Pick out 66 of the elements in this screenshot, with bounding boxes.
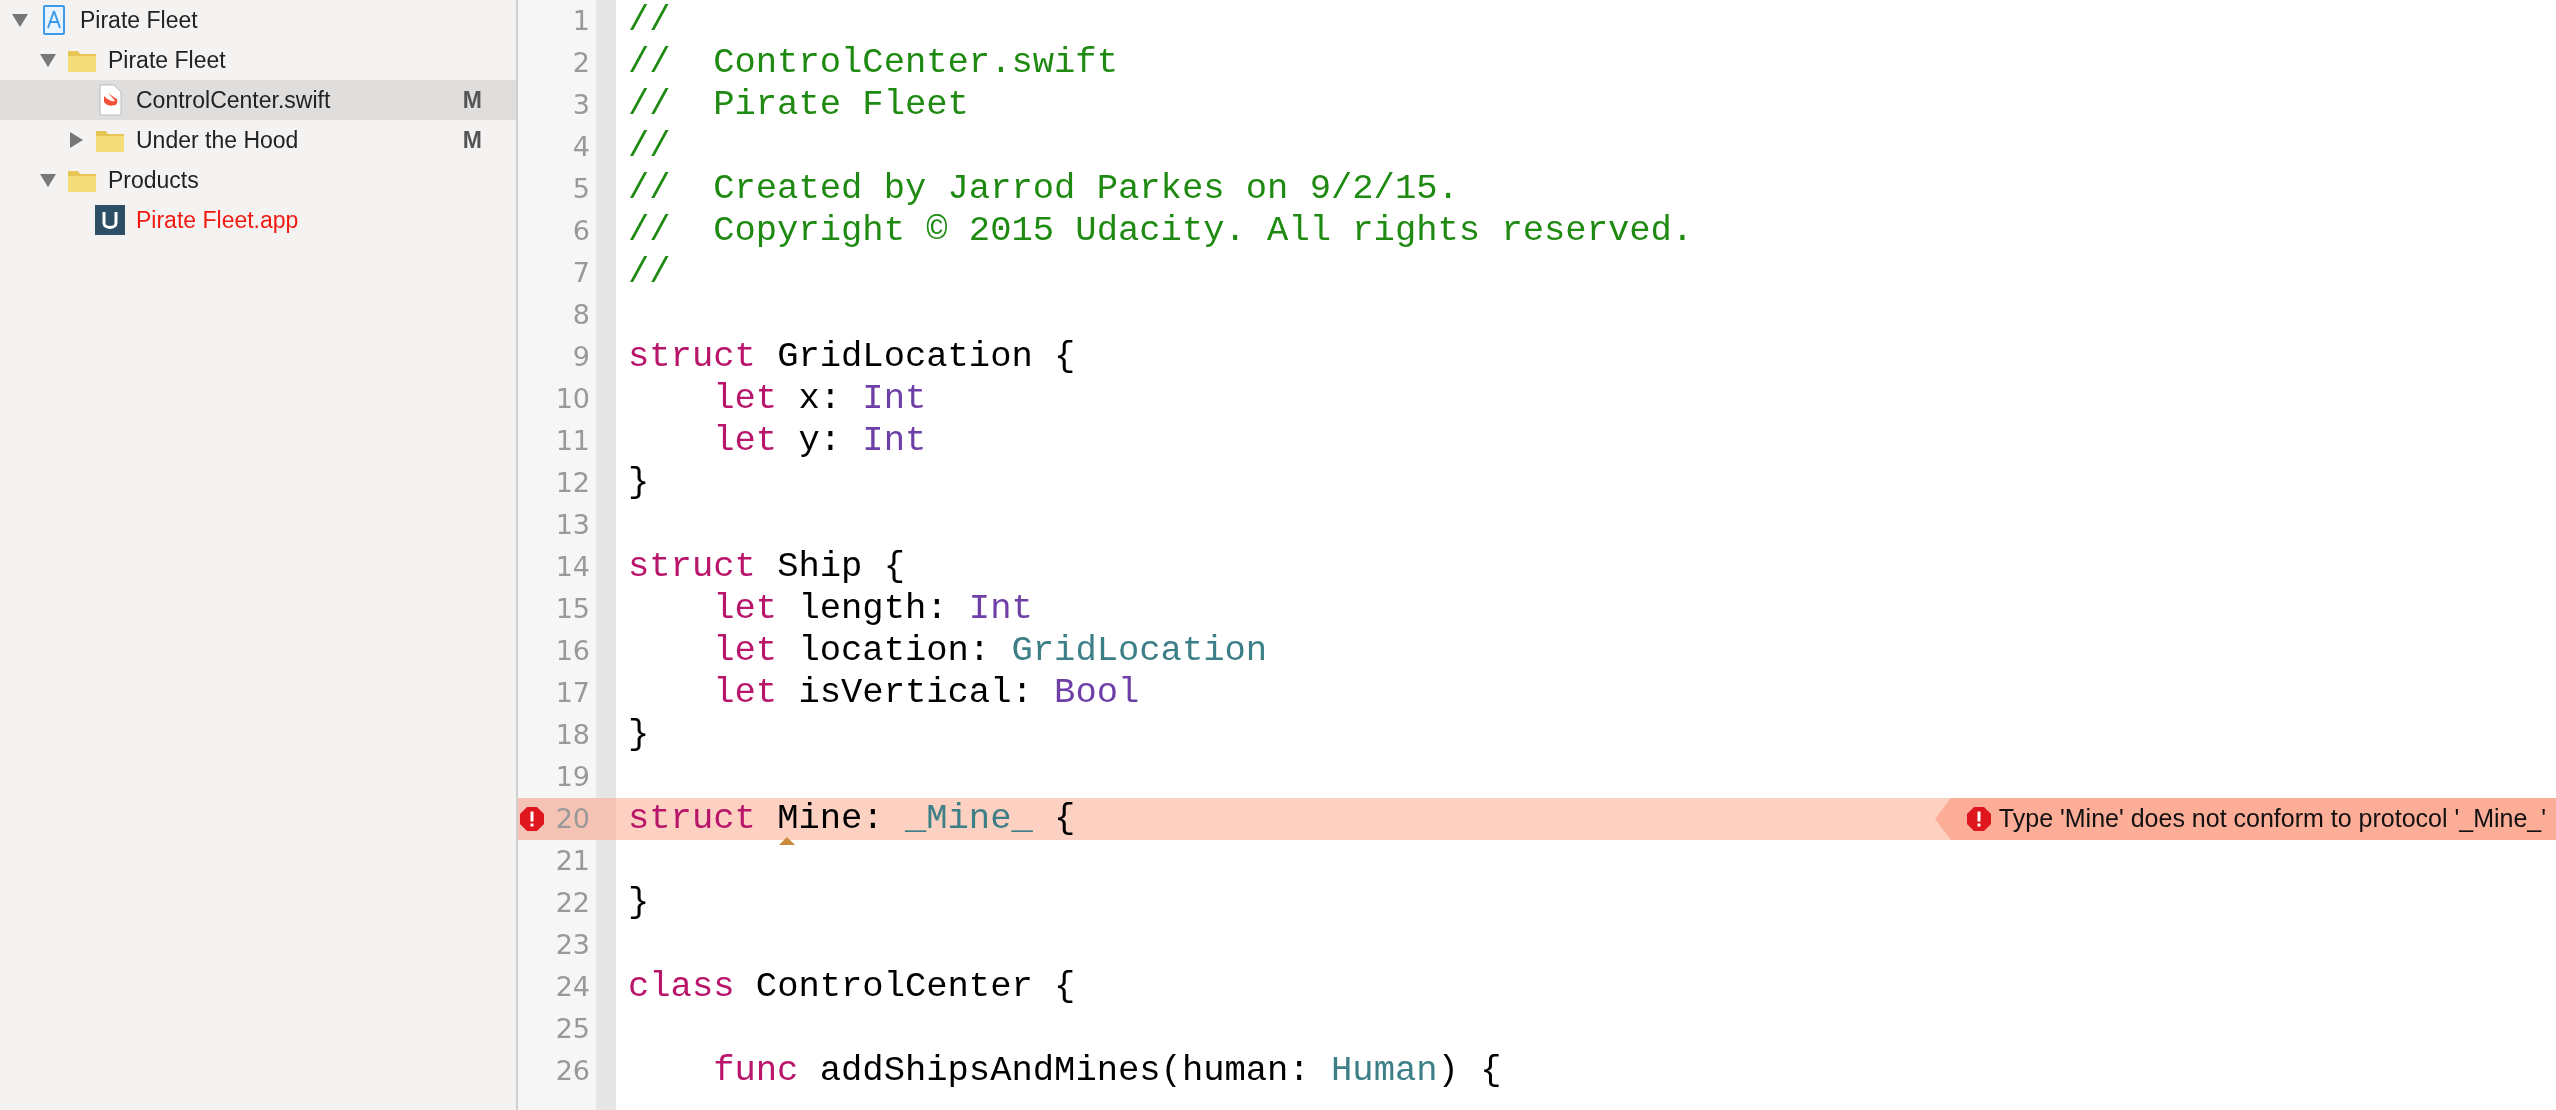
code-line: // ControlCenter.swift <box>627 41 1118 86</box>
code-line: // Copyright © 2015 Udacity. All rights reserved. <box>627 209 1694 254</box>
navigator-item[interactable]: Pirate Fleet <box>0 0 516 40</box>
line-number: 15 <box>555 591 591 626</box>
code-line: // Pirate Fleet <box>627 83 969 128</box>
navigator-item[interactable]: Pirate Fleet.app <box>0 200 516 240</box>
code-line: let isVertical: Bool <box>712 671 1140 716</box>
code-line: // <box>627 0 671 44</box>
error-icon <box>1966 807 1991 831</box>
code-line: let y: Int <box>712 419 927 464</box>
line-number: 13 <box>555 507 591 542</box>
line-number: 12 <box>555 465 591 500</box>
line-number: 24 <box>555 969 591 1004</box>
file-name: Pirate Fleet.app <box>136 205 299 235</box>
code-line: struct GridLocation { <box>627 335 1076 380</box>
file-name: Products <box>108 165 199 195</box>
navigator-item[interactable]: Under the Hood M <box>0 120 516 160</box>
line-number: 9 <box>572 339 591 374</box>
line-number: 6 <box>572 213 591 248</box>
navigator-item[interactable]: Pirate Fleet <box>0 40 516 80</box>
navigator-item[interactable]: Products <box>0 160 516 200</box>
file-name: ControlCenter.swift <box>136 85 331 115</box>
line-number: 18 <box>555 717 591 752</box>
code-line: struct Mine: _Mine_ { <box>616 792 1076 846</box>
code-line: // <box>627 125 671 170</box>
error-icon <box>520 807 544 831</box>
line-number: 11 <box>555 423 591 458</box>
line-number: 25 <box>555 1011 591 1046</box>
error-text: Type 'Mine' does not conform to protocol '_Mine_' <box>1998 803 2546 835</box>
file-name: Under the Hood <box>136 125 299 155</box>
modified-status-label: M <box>462 85 482 115</box>
code-line: struct Ship { <box>627 545 905 590</box>
modified-status-label: M <box>462 125 482 155</box>
code-line: class ControlCenter { <box>627 965 1076 1010</box>
line-number: 19 <box>555 759 591 794</box>
line-number: 23 <box>555 927 591 962</box>
code-line: } <box>627 713 650 758</box>
line-number: 17 <box>555 675 591 710</box>
line-number: 2 <box>572 45 591 80</box>
line-number: 4 <box>572 129 591 164</box>
line-number: 16 <box>555 633 591 668</box>
bubble-tip-icon <box>1934 798 1951 840</box>
code-line: func addShipsAndMines(human: Human) { <box>712 1049 1502 1094</box>
line-number: 3 <box>572 87 591 122</box>
file-name: Pirate Fleet <box>108 45 226 75</box>
line-number: 7 <box>572 255 591 290</box>
line-number: 5 <box>572 171 591 206</box>
line-number: 1 <box>572 3 591 38</box>
app-icon <box>94 204 126 236</box>
line-number: 21 <box>555 843 591 878</box>
code-line: } <box>627 461 650 506</box>
line-number: 14 <box>555 549 591 584</box>
navigator-item[interactable]: ControlCenter.swift M <box>0 80 516 120</box>
code-line: // Created by Jarrod Parkes on 9/2/15. <box>627 167 1459 212</box>
code-line: let length: Int <box>712 587 1033 632</box>
line-number: 8 <box>572 297 591 332</box>
code-line: let x: Int <box>712 377 927 422</box>
code-line: let location: GridLocation <box>712 629 1268 674</box>
line-number: 10 <box>555 381 591 416</box>
code-editor[interactable] <box>518 0 2556 1110</box>
line-number: 20 <box>555 801 591 836</box>
code-line: // <box>627 251 671 296</box>
line-number: 22 <box>555 885 591 920</box>
code-line: } <box>627 881 650 926</box>
file-name: Pirate Fleet <box>80 5 198 35</box>
line-number: 26 <box>555 1053 591 1088</box>
